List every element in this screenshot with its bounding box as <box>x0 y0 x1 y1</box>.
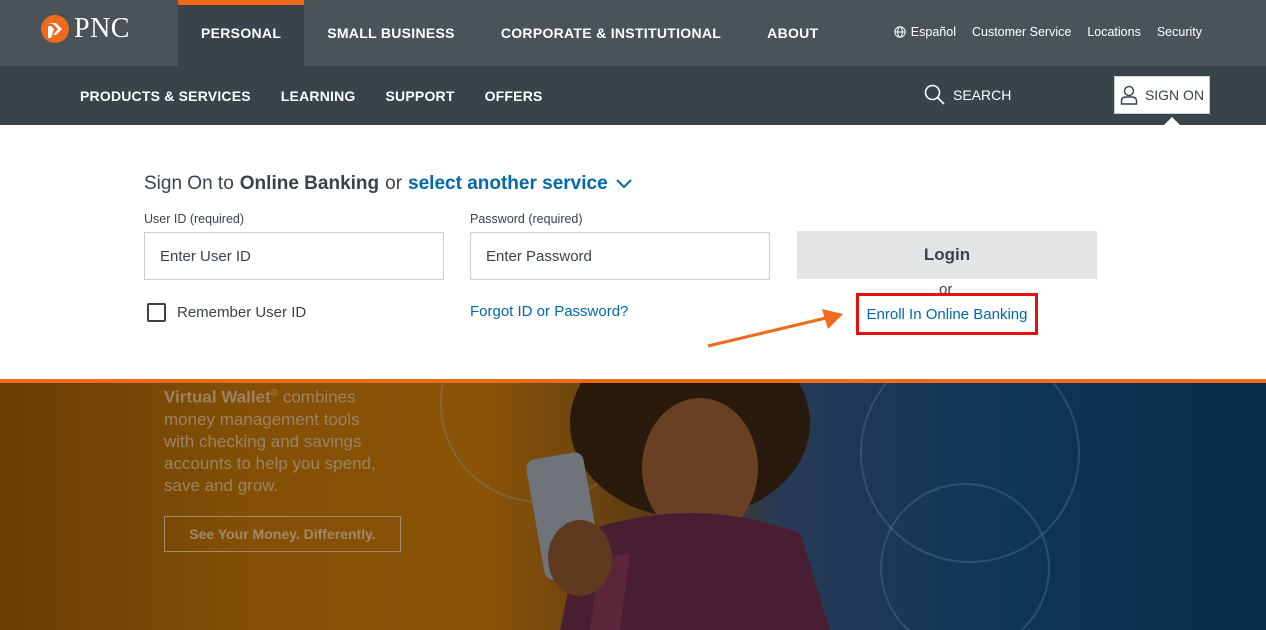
select-service-label: select another service <box>408 173 608 194</box>
see-your-money-button[interactable]: See Your Money. Differently. <box>164 516 401 552</box>
hero-banner: Virtual Wallet® combines money managemen… <box>0 383 1266 630</box>
sub-nav: PRODUCTS & SERVICES LEARNING SUPPORT OFF… <box>80 66 543 125</box>
sign-on-panel: Sign On to Online Banking or select anot… <box>0 125 1266 380</box>
locations-link[interactable]: Locations <box>1087 25 1141 39</box>
sign-on-label: SIGN ON <box>1144 87 1205 103</box>
main-nav: PERSONAL SMALL BUSINESS CORPORATE & INST… <box>178 0 841 66</box>
search-label: SEARCH <box>953 86 1012 103</box>
logo-wordmark: PNC <box>74 13 130 44</box>
user-id-input[interactable] <box>144 232 444 280</box>
sign-on-heading: Sign On to Online Banking or select anot… <box>144 173 632 195</box>
forgot-id-password-link[interactable]: Forgot ID or Password? <box>470 303 628 320</box>
security-link[interactable]: Security <box>1157 25 1202 39</box>
remember-user-id-checkbox[interactable]: Remember User ID <box>147 303 306 322</box>
enroll-online-banking-link[interactable]: Enroll In Online Banking <box>856 293 1038 335</box>
main-nav-corporate[interactable]: CORPORATE & INSTITUTIONAL <box>478 0 744 66</box>
search-button[interactable]: SEARCH <box>924 84 1011 105</box>
pnc-logo[interactable]: PNC <box>40 13 130 44</box>
globe-icon <box>894 26 906 38</box>
hero-brand-word: Virtual Wallet <box>164 387 271 407</box>
main-nav-personal[interactable]: PERSONAL <box>178 0 305 66</box>
user-icon <box>1120 85 1138 105</box>
heading-prefix: Sign On to <box>144 173 234 194</box>
top-navigation-bar: PNC PERSONAL SMALL BUSINESS CORPORATE & … <box>0 0 1266 66</box>
annotation-arrow-icon <box>707 309 843 348</box>
login-button[interactable]: Login <box>797 231 1097 279</box>
customer-service-link[interactable]: Customer Service <box>972 25 1071 39</box>
person-with-phone-image <box>526 383 830 630</box>
hero-description: Virtual Wallet® combines money managemen… <box>164 383 384 497</box>
language-label: Español <box>910 25 956 39</box>
heading-service: Online Banking <box>239 173 380 194</box>
select-service-dropdown[interactable]: select another service <box>408 173 632 195</box>
sub-nav-learning[interactable]: LEARNING <box>281 88 356 104</box>
secondary-navigation-bar: PRODUCTS & SERVICES LEARNING SUPPORT OFF… <box>0 66 1266 125</box>
language-link[interactable]: Español <box>894 25 956 39</box>
search-icon <box>924 84 945 105</box>
chevron-down-icon <box>615 179 632 189</box>
sign-on-button[interactable]: SIGN ON <box>1114 76 1210 114</box>
user-id-label: User ID (required) <box>144 212 245 226</box>
sub-nav-products-services[interactable]: PRODUCTS & SERVICES <box>80 88 251 104</box>
main-nav-small-business[interactable]: SMALL BUSINESS <box>304 0 478 66</box>
password-input[interactable] <box>470 232 770 280</box>
checkbox-box[interactable] <box>147 303 166 322</box>
remember-user-id-label: Remember User ID <box>177 304 307 321</box>
password-label: Password (required) <box>470 212 583 226</box>
main-nav-about[interactable]: ABOUT <box>744 0 841 66</box>
pnc-logo-icon <box>41 15 69 43</box>
utility-nav: Español Customer Service Locations Secur… <box>894 0 1202 64</box>
heading-or: or <box>385 173 403 194</box>
sub-nav-offers[interactable]: OFFERS <box>485 88 543 104</box>
sub-nav-support[interactable]: SUPPORT <box>386 88 455 104</box>
